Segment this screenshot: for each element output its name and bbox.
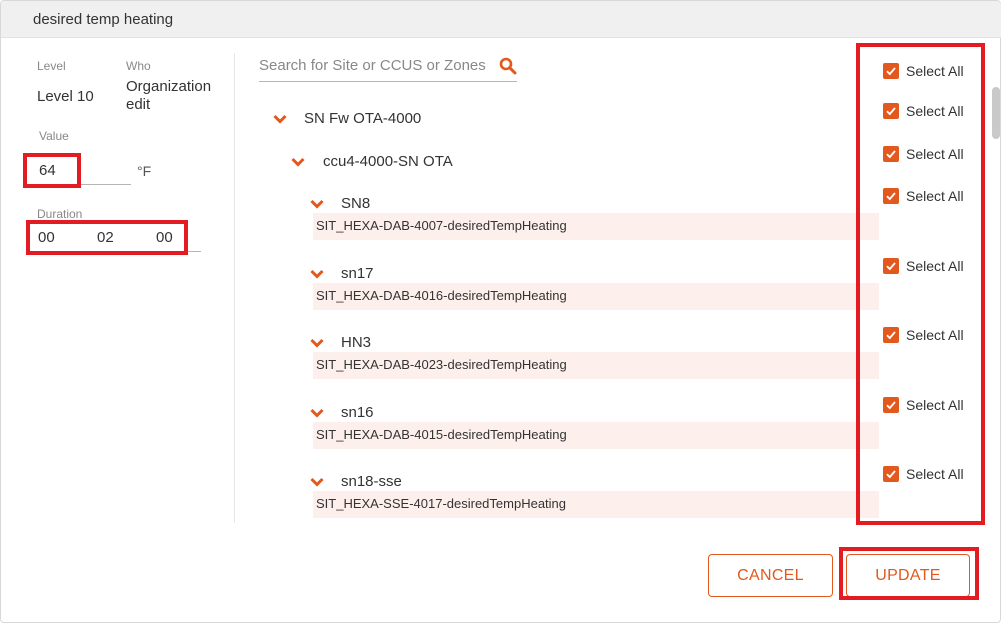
who-label: Who: [126, 59, 151, 73]
chevron-down-icon[interactable]: [310, 477, 324, 487]
select-all-checkbox[interactable]: Select All: [883, 146, 964, 162]
update-button[interactable]: UPDATE: [846, 554, 970, 597]
select-all-checkbox[interactable]: Select All: [883, 397, 964, 413]
chevron-down-icon[interactable]: [310, 408, 324, 418]
checkbox-checked-icon[interactable]: [883, 146, 899, 162]
duration-minutes[interactable]: 02: [97, 229, 114, 246]
search-icon[interactable]: [499, 57, 517, 75]
select-all-label: Select All: [906, 188, 964, 204]
checkbox-checked-icon[interactable]: [883, 397, 899, 413]
select-all-label: Select All: [906, 258, 964, 274]
zone-name: HN3: [341, 334, 372, 351]
search-input[interactable]: [259, 57, 495, 74]
chevron-down-icon[interactable]: [273, 114, 287, 124]
duration-seconds[interactable]: 00: [156, 229, 173, 246]
value-label: Value: [39, 129, 69, 143]
unit-label: °F: [137, 163, 152, 179]
select-all-checkbox[interactable]: Select All: [883, 466, 964, 482]
tree-zone-row[interactable]: sn18-sse: [310, 473, 402, 490]
level-value: Level 10: [37, 88, 94, 105]
checkbox-checked-icon[interactable]: [883, 258, 899, 274]
search-field[interactable]: [259, 56, 517, 82]
chevron-down-icon[interactable]: [310, 269, 324, 279]
select-all-checkbox[interactable]: Select All: [883, 103, 964, 119]
checkbox-checked-icon[interactable]: [883, 63, 899, 79]
duration-label: Duration: [37, 207, 83, 221]
zone-name: SN8: [341, 195, 371, 212]
tree-site-label: SN Fw OTA-4000: [304, 110, 422, 127]
select-all-label: Select All: [906, 63, 964, 79]
level-label: Level: [37, 59, 66, 73]
select-all-label: Select All: [906, 103, 964, 119]
tree-ccu-label: ccu4-4000-SN OTA: [323, 153, 453, 170]
checkbox-checked-icon[interactable]: [883, 188, 899, 204]
zone-point-row[interactable]: SIT_HEXA-DAB-4023-desiredTempHeating: [313, 352, 879, 379]
tree-zone-row[interactable]: sn17: [310, 265, 374, 282]
select-all-label: Select All: [906, 466, 964, 482]
select-all-label: Select All: [906, 327, 964, 343]
checkbox-checked-icon[interactable]: [883, 466, 899, 482]
who-value-line2: edit: [126, 96, 151, 113]
dialog-title: desired temp heating: [33, 11, 174, 28]
duration-input[interactable]: 00 02 00: [31, 224, 201, 252]
zone-point-row[interactable]: SIT_HEXA-DAB-4016-desiredTempHeating: [313, 283, 879, 310]
zone-point-row[interactable]: SIT_HEXA-DAB-4015-desiredTempHeating: [313, 422, 879, 449]
vertical-scrollbar[interactable]: [992, 87, 1000, 139]
tree-ccu-row[interactable]: ccu4-4000-SN OTA: [291, 153, 453, 170]
zone-point-row[interactable]: SIT_HEXA-SSE-4017-desiredTempHeating: [313, 491, 879, 518]
who-value-line1: Organization: [126, 78, 212, 95]
chevron-down-icon[interactable]: [310, 338, 324, 348]
chevron-down-icon[interactable]: [310, 199, 324, 209]
tree-site-row[interactable]: SN Fw OTA-4000: [273, 110, 421, 127]
value-input[interactable]: 64: [31, 157, 131, 185]
desired-temp-dialog: desired temp heating Level Level 10 Who …: [0, 0, 1001, 623]
select-all-checkbox[interactable]: Select All: [883, 258, 964, 274]
zone-name: sn16: [341, 404, 374, 421]
select-all-checkbox[interactable]: Select All: [883, 327, 964, 343]
tree-zone-row[interactable]: HN3: [310, 334, 371, 351]
value-input-text: 64: [39, 162, 56, 179]
select-all-label: Select All: [906, 146, 964, 162]
zone-point-row[interactable]: SIT_HEXA-DAB-4007-desiredTempHeating: [313, 213, 879, 240]
zone-name: sn18-sse: [341, 473, 402, 490]
checkbox-checked-icon[interactable]: [883, 327, 899, 343]
tree-zone-row[interactable]: SN8: [310, 195, 370, 212]
zone-name: sn17: [341, 265, 374, 282]
duration-hours[interactable]: 00: [38, 229, 55, 246]
dialog-header: desired temp heating: [1, 1, 1001, 38]
select-all-label: Select All: [906, 397, 964, 413]
select-all-checkbox[interactable]: Select All: [883, 188, 964, 204]
chevron-down-icon[interactable]: [291, 157, 305, 167]
checkbox-checked-icon[interactable]: [883, 103, 899, 119]
select-all-checkbox[interactable]: Select All: [883, 63, 964, 79]
cancel-button[interactable]: CANCEL: [708, 554, 833, 597]
tree-zone-row[interactable]: sn16: [310, 404, 374, 421]
panel-divider: [234, 53, 235, 523]
